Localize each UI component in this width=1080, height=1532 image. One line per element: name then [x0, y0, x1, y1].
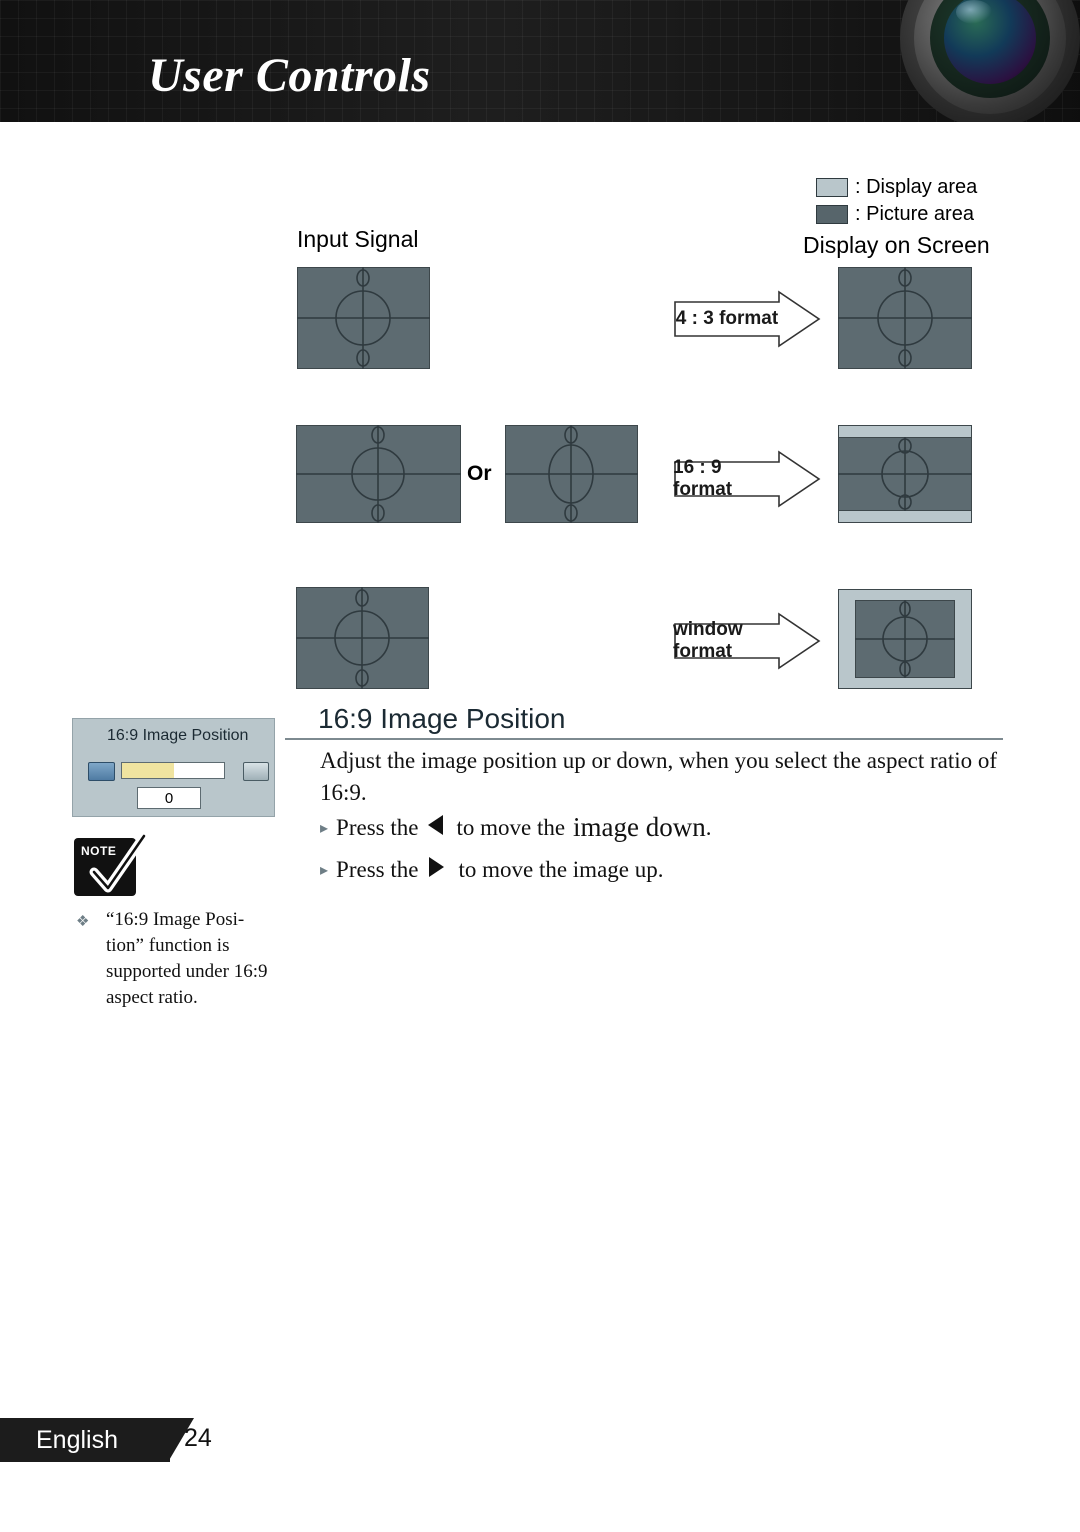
section-rule	[285, 738, 1003, 740]
left-arrow-key-icon	[426, 813, 446, 843]
instruction-image-down: ▸ Press the to move the image down .	[320, 812, 712, 843]
diagram-arrow-16x9: 16 : 9 format	[673, 450, 821, 508]
instruction-2-tail: .	[657, 857, 664, 882]
diagram-arrow-label-window: window format	[673, 619, 743, 662]
side-note-bullet: ❖	[76, 914, 90, 930]
section-title: 16:9 Image Position	[318, 703, 566, 734]
diagram-result-window-picture	[855, 600, 955, 678]
instruction-bullet-2: ▸	[320, 862, 329, 879]
instruction-1-pre: Press the	[336, 814, 419, 840]
note-icon: NOTE	[74, 832, 149, 896]
osd-preview-16x9-image-position: 16:9 Image Position 0	[72, 718, 275, 817]
camera-lens-icon	[900, 0, 1080, 122]
diagram-result-16x9-picture	[838, 437, 972, 511]
section-paragraph: Adjust the image position up or down, wh…	[320, 748, 998, 805]
diagram-label-input-signal: Input Signal	[297, 226, 419, 252]
osd-slider-fill	[122, 763, 174, 778]
side-note: ❖ “16:9 Image Posi-tion” function is sup…	[76, 907, 281, 1011]
diagram-result-4x3	[838, 267, 972, 369]
diagram-source-4x3	[297, 267, 430, 369]
legend: : Display area : Picture area	[816, 174, 977, 228]
diagram-source-16x9-b	[505, 425, 638, 523]
instruction-2-post: to move the image up	[458, 857, 658, 882]
diagram-or-label: Or	[467, 462, 492, 485]
diagram-arrow-label-4x3: 4 : 3 format	[675, 308, 779, 329]
diagram-arrow-4x3: 4 : 3 format	[673, 290, 821, 348]
screen-down-icon[interactable]	[88, 762, 115, 781]
screen-up-icon[interactable]	[243, 762, 269, 781]
osd-title: 16:9 Image Position	[107, 727, 249, 744]
instruction-2-pre: Press the	[336, 857, 419, 882]
side-note-text: “16:9 Image Posi-tion” function is suppo…	[106, 909, 268, 1008]
picture-area-swatch	[816, 205, 848, 224]
checkmark-icon	[89, 832, 149, 893]
footer-language: English	[36, 1426, 118, 1454]
osd-slider-track[interactable]	[121, 762, 225, 779]
instruction-1-post: to move the	[456, 814, 566, 840]
osd-value-field: 0	[137, 787, 201, 809]
instruction-1-tail: .	[705, 814, 712, 840]
legend-label-display-area: : Display area	[855, 176, 978, 198]
diagram-label-display-on-screen: Display on Screen	[803, 232, 990, 258]
instruction-image-up: ▸ Press the to move the image up .	[320, 855, 664, 885]
page-footer: English 24	[0, 1418, 230, 1462]
page-header: User Controls	[0, 0, 1080, 122]
legend-item-display-area: : Display area	[816, 174, 977, 201]
legend-item-picture-area: : Picture area	[816, 201, 977, 228]
page-title: User Controls	[148, 49, 431, 102]
legend-label-picture-area: : Picture area	[855, 203, 974, 225]
instruction-bullet-1: ▸	[320, 819, 329, 837]
diagram-arrow-window: window format	[673, 612, 821, 670]
diagram-arrow-label-16x9: 16 : 9 format	[673, 457, 733, 500]
diagram-source-16x9-a	[296, 425, 461, 523]
diagram-source-window	[296, 587, 429, 689]
instruction-1-emphasis: image down	[573, 812, 706, 842]
right-arrow-key-icon	[426, 855, 446, 885]
footer-page-number: 24	[184, 1424, 212, 1452]
display-area-swatch	[816, 178, 848, 197]
